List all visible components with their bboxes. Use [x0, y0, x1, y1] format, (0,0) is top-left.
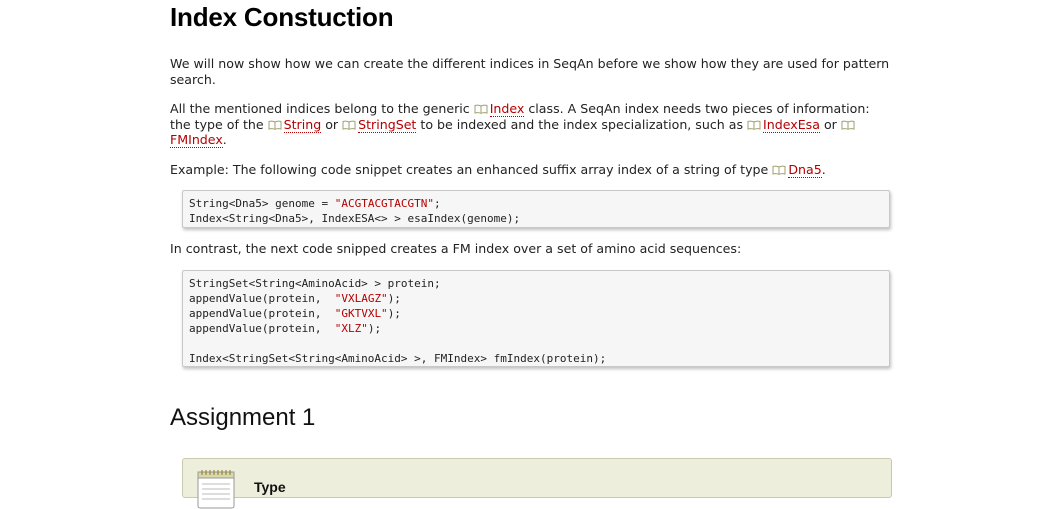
example-paragraph: Example: The following code snippet crea…: [170, 162, 892, 178]
notepad-icon: [197, 470, 235, 509]
code-block-fm[interactable]: StringSet<String<AminoAcid> > protein; ap…: [182, 270, 890, 367]
code-line: Index<String<Dna5>, IndexESA<> > esaInde…: [189, 212, 521, 225]
code-text: appendValue(protein,: [189, 322, 335, 335]
text: .: [821, 162, 826, 177]
text: .: [222, 132, 227, 147]
code-text: appendValue(protein,: [189, 292, 335, 305]
index-link[interactable]: Index: [489, 101, 525, 117]
code-line: appendValue(protein, "XLZ");: [189, 321, 883, 336]
page-title: Index Constuction: [170, 2, 394, 32]
stringset-link[interactable]: StringSet: [358, 116, 417, 133]
book-icon: [841, 120, 855, 130]
intro-paragraph: We will now show how we can create the d…: [170, 56, 890, 87]
code-text: );: [387, 307, 401, 320]
code-text: appendValue(protein,: [189, 307, 335, 320]
type-box: Type: [182, 458, 892, 509]
page: Index Constuction We will now show how w…: [0, 0, 1057, 509]
book-icon: [268, 120, 282, 130]
dna5-link[interactable]: Dna5: [788, 162, 822, 178]
code-line: String<Dna5> genome = "ACGTACGTACGTN";: [189, 196, 883, 211]
book-icon: [342, 120, 356, 130]
code-text: ;: [434, 197, 441, 210]
index-paragraph: All the mentioned indices belong to the …: [170, 101, 892, 148]
text: Example: The following code snippet crea…: [170, 162, 773, 177]
code-text: String<Dna5> genome =: [189, 197, 335, 210]
book-icon: [772, 165, 786, 175]
code-string: "ACGTACGTACGTN": [334, 197, 435, 210]
text: All the mentioned indices belong to the …: [170, 101, 474, 116]
code-string: "GKTVXL": [334, 307, 388, 320]
code-line: StringSet<String<AminoAcid> > protein;: [189, 277, 441, 290]
fmindex-link[interactable]: FMIndex: [170, 132, 223, 148]
assignment-heading: Assignment 1: [170, 404, 316, 431]
code-text: );: [387, 292, 401, 305]
code-line: appendValue(protein, "GKTVXL");: [189, 306, 883, 321]
code-string: "VXLAGZ": [334, 292, 388, 305]
text: or: [321, 116, 343, 132]
type-label: Type: [254, 479, 286, 495]
code-line: Index<StringSet<String<AminoAcid> >, FMI…: [189, 352, 607, 365]
string-link[interactable]: String: [283, 116, 322, 133]
contrast-paragraph: In contrast, the next code snipped creat…: [170, 241, 742, 256]
code-string: "XLZ": [334, 322, 368, 335]
book-icon: [474, 104, 488, 114]
text: or: [819, 116, 841, 132]
code-block-esa[interactable]: String<Dna5> genome = "ACGTACGTACGTN"; In…: [182, 190, 890, 228]
code-line: appendValue(protein, "VXLAGZ");: [189, 291, 883, 306]
code-text: );: [367, 322, 382, 335]
book-icon: [747, 120, 761, 130]
indexesa-link[interactable]: IndexEsa: [763, 116, 820, 133]
text: to be indexed and the index specializati…: [416, 116, 748, 132]
